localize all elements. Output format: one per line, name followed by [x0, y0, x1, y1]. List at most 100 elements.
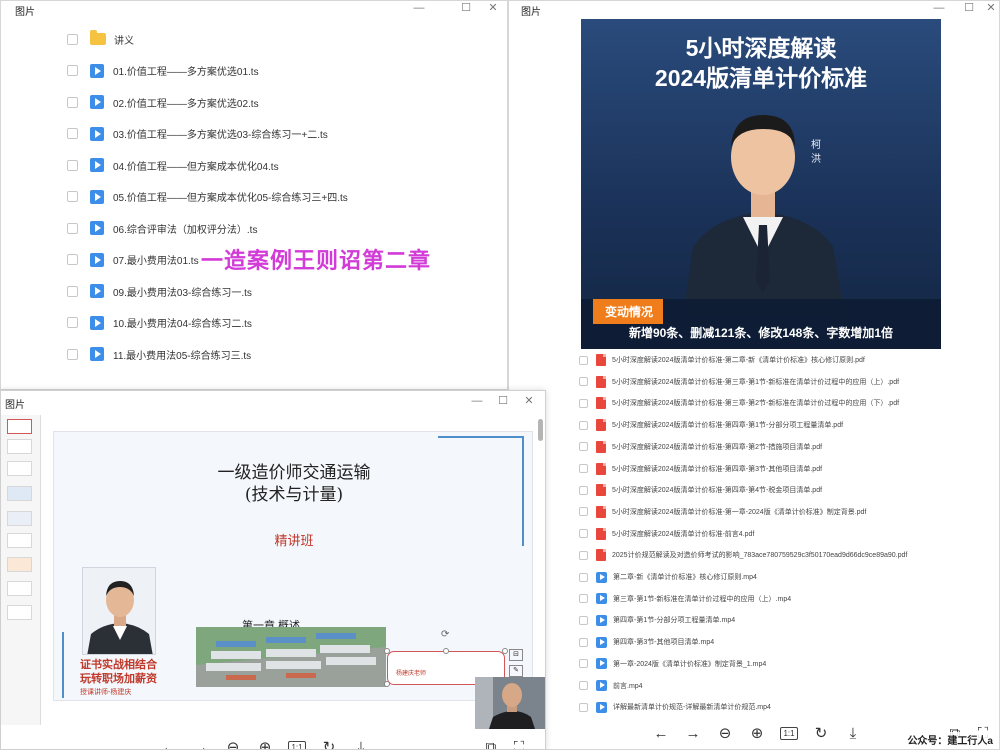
slide-thumbnail[interactable]	[7, 419, 32, 434]
next-icon[interactable]: →	[185, 737, 217, 750]
row-checkbox[interactable]	[579, 442, 588, 452]
minimize-button[interactable]: —	[409, 1, 429, 15]
maximize-button[interactable]: ☐	[959, 1, 979, 15]
list-item[interactable]: 5小时深度解读2024版清单计价标准-第四章-第1节-分部分项工程量清单.pdf	[579, 416, 843, 434]
file-name: 02.价值工程——多方案优选02.ts	[113, 98, 259, 110]
list-item[interactable]: 09.最小费用法03-综合练习一.ts	[67, 281, 252, 301]
row-checkbox[interactable]	[579, 681, 588, 690]
zoom-in-icon[interactable]: ⊕	[249, 737, 281, 749]
list-item[interactable]: 5小时深度解读2024版清单计价标准-前言4.pdf	[579, 525, 754, 543]
resize-handle[interactable]	[384, 648, 390, 654]
row-checkbox[interactable]	[579, 572, 588, 582]
list-item[interactable]: 5小时深度解读2024版清单计价标准-第三章-第1节-新标准在清单计价过程中的应…	[579, 373, 899, 391]
next-icon[interactable]: →	[677, 723, 709, 743]
rotate-icon[interactable]: ↻	[313, 737, 345, 749]
resize-handle[interactable]	[502, 648, 508, 654]
row-checkbox[interactable]	[579, 420, 588, 430]
resize-handle[interactable]	[384, 681, 390, 687]
close-button[interactable]: ✕	[981, 1, 999, 15]
row-checkbox[interactable]	[67, 348, 78, 360]
row-checkbox[interactable]	[579, 355, 588, 365]
maximize-button[interactable]: ☐	[493, 394, 513, 408]
list-item[interactable]: 5小时深度解读2024版清单计价标准-第三章-第2节-新标准在清单计价过程中的应…	[579, 394, 899, 412]
close-button[interactable]: ✕	[519, 394, 539, 408]
row-checkbox[interactable]	[67, 317, 78, 328]
list-item[interactable]: 第一章-2024版《清单计价标准》制定背景_1.mp4	[579, 655, 766, 673]
row-checkbox[interactable]	[67, 285, 78, 297]
row-checkbox[interactable]	[67, 33, 78, 45]
row-checkbox[interactable]	[67, 96, 78, 108]
slide-thumbnail[interactable]	[7, 461, 32, 476]
slide-thumbnail[interactable]	[7, 439, 32, 454]
row-checkbox[interactable]	[579, 637, 588, 647]
row-checkbox[interactable]	[67, 222, 78, 234]
slide-thumbnail[interactable]	[7, 533, 32, 548]
prev-icon[interactable]: ←	[645, 723, 677, 743]
list-item[interactable]: 5小时深度解读2024版清单计价标准-第一章-2024版《清单计价标准》制定背景…	[579, 503, 866, 521]
slide-thumbnail[interactable]	[7, 511, 32, 526]
list-item[interactable]: 讲义	[67, 29, 134, 49]
rotate-handle-icon[interactable]: ⟳	[441, 629, 449, 640]
slide-thumbnail[interactable]	[7, 605, 32, 620]
row-checkbox[interactable]	[579, 615, 588, 625]
download-icon[interactable]: ⤓	[837, 723, 869, 743]
actual-size-icon[interactable]: 1:1	[773, 723, 805, 743]
maximize-button[interactable]: ☐	[456, 1, 476, 15]
row-checkbox[interactable]	[579, 507, 588, 517]
layout-options-icon[interactable]: ⊟	[509, 649, 523, 661]
list-item[interactable]: 第二章-新《清单计价标准》核心修订原则.mp4	[579, 568, 757, 586]
row-checkbox[interactable]	[67, 254, 78, 265]
row-checkbox[interactable]	[579, 377, 588, 387]
row-checkbox[interactable]	[67, 191, 78, 202]
row-checkbox[interactable]	[579, 398, 588, 408]
shape-style-icon[interactable]: ✎	[509, 665, 523, 677]
list-item[interactable]: 5小时深度解读2024版清单计价标准-第二章-新《清单计价标准》核心修订原则.p…	[579, 351, 865, 369]
list-item[interactable]: 第三章-第1节-新标准在清单计价过程中的应用（上）.mp4	[579, 590, 791, 608]
zoom-out-icon[interactable]: ⊖	[217, 737, 249, 749]
minimize-button[interactable]: —	[467, 394, 487, 408]
ocr-icon[interactable]: ⧉	[477, 737, 505, 750]
row-checkbox[interactable]	[67, 159, 78, 171]
list-item[interactable]: 2025计价规范解读及对造价师考试的影响_783ace780759529c3f5…	[579, 546, 907, 564]
list-item[interactable]: 07.最小费用法01.ts	[67, 250, 199, 270]
prev-icon[interactable]: ←	[153, 737, 185, 750]
row-checkbox[interactable]	[579, 594, 588, 604]
slide-thumbnail[interactable]	[7, 557, 32, 572]
download-icon[interactable]: ⤓	[345, 737, 377, 750]
slide-thumbnail[interactable]	[7, 486, 32, 501]
zoom-out-icon[interactable]: ⊖	[709, 723, 741, 743]
list-item[interactable]: 05.价值工程——但方案成本优化05-综合练习三+四.ts	[67, 187, 348, 207]
row-checkbox[interactable]	[579, 659, 588, 669]
list-item[interactable]: 详解最新清单计价规范-详解最新清单计价规范.mp4	[579, 698, 771, 716]
row-checkbox[interactable]	[579, 702, 588, 712]
actual-size-icon[interactable]: 1:1	[281, 737, 313, 749]
list-item[interactable]: 第四章-第3节-其他项目清单.mp4	[579, 633, 714, 651]
row-checkbox[interactable]	[579, 550, 588, 560]
scan-icon[interactable]: ⛶	[505, 737, 533, 750]
scrollbar-thumb[interactable]	[538, 419, 543, 441]
list-item[interactable]: 02.价值工程——多方案优选02.ts	[67, 92, 259, 112]
video-file-icon	[90, 126, 104, 141]
list-item[interactable]: 5小时深度解读2024版清单计价标准-第四章-第4节-税金项目清单.pdf	[579, 481, 822, 499]
list-item[interactable]: 01.价值工程——多方案优选01.ts	[67, 61, 259, 81]
list-item[interactable]: 04.价值工程——但方案成本优化04.ts	[67, 155, 279, 175]
minimize-button[interactable]: —	[929, 1, 949, 15]
row-checkbox[interactable]	[579, 485, 588, 495]
list-item[interactable]: 06.综合评审法（加权评分法）.ts	[67, 218, 257, 238]
close-button[interactable]: ✕	[483, 1, 503, 15]
list-item[interactable]: 第四章-第1节-分部分项工程量清单.mp4	[579, 611, 735, 629]
list-item[interactable]: 03.价值工程——多方案优选03-综合练习一+二.ts	[67, 124, 328, 144]
slide-thumbnail[interactable]	[7, 581, 32, 596]
row-checkbox[interactable]	[67, 65, 78, 76]
rotate-icon[interactable]: ↻	[805, 723, 837, 743]
zoom-in-icon[interactable]: ⊕	[741, 723, 773, 743]
list-item[interactable]: 5小时深度解读2024版清单计价标准-第四章-第2节-措施项目清单.pdf	[579, 438, 822, 456]
list-item[interactable]: 10.最小费用法04-综合练习二.ts	[67, 313, 252, 333]
resize-handle[interactable]	[443, 648, 449, 654]
row-checkbox[interactable]	[579, 529, 588, 539]
row-checkbox[interactable]	[579, 464, 588, 473]
row-checkbox[interactable]	[67, 128, 78, 139]
list-item[interactable]: 11.最小费用法05-综合练习三.ts	[67, 344, 251, 364]
list-item[interactable]: 前言.mp4	[579, 677, 643, 695]
list-item[interactable]: 5小时深度解读2024版清单计价标准-第四章-第3节-其他项目清单.pdf	[579, 460, 822, 478]
